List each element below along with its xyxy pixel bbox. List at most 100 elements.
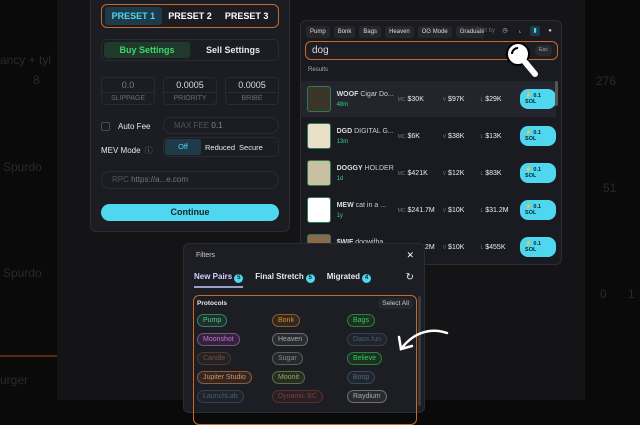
- token-name: DIGITAL G...: [354, 127, 394, 135]
- v-label: V: [442, 96, 447, 103]
- protocol-toggle-jupiter-studio[interactable]: Jupiter Studio: [197, 371, 252, 384]
- buy-amount: 0.1 SOL: [525, 204, 542, 216]
- clock-icon[interactable]: ◷: [500, 26, 510, 36]
- sell-settings-tab[interactable]: Sell Settings: [190, 42, 276, 58]
- buy-amount: 0.1 SOL: [525, 130, 542, 142]
- market-cap: $30K: [407, 95, 424, 103]
- preset-1-tab[interactable]: PRESET 1: [105, 7, 162, 25]
- l-label: L: [480, 170, 484, 177]
- slippage-field[interactable]: 0.0 SLIPPAGE: [101, 77, 155, 105]
- bg-divider: [0, 355, 57, 357]
- protocol-toggle-launchlab[interactable]: LaunchLab: [197, 390, 244, 403]
- close-icon[interactable]: ✕: [406, 250, 414, 261]
- bg-stat: 0: [600, 287, 607, 301]
- volume: $12K: [448, 169, 465, 177]
- protocol-toggle-sugar[interactable]: Sugar: [272, 352, 303, 365]
- l-label: L: [480, 207, 484, 214]
- mc-label: MC: [397, 207, 406, 214]
- max-fee-value: 0.1: [211, 121, 223, 130]
- auto-fee-label: Auto Fee: [118, 122, 151, 131]
- auto-fee-row[interactable]: Auto Fee: [101, 122, 150, 131]
- protocols-label: Protocols: [197, 300, 227, 307]
- priority-label: PRIORITY: [173, 95, 207, 102]
- tab-count: 5: [305, 274, 315, 283]
- protocol-toggle-heaven[interactable]: Heaven: [272, 333, 309, 346]
- arrow-annotation-icon: [397, 329, 449, 351]
- token-ticker: WOOF: [336, 90, 359, 98]
- select-all-button[interactable]: Select All: [378, 298, 413, 309]
- buy-settings-tab[interactable]: Buy Settings: [104, 42, 190, 58]
- search-query: dog: [312, 45, 329, 56]
- holders-icon[interactable]: ●: [545, 26, 555, 36]
- auto-fee-checkbox[interactable]: [101, 122, 110, 131]
- protocol-toggle-boop[interactable]: Boop: [347, 371, 376, 384]
- preset-3-tab[interactable]: PRESET 3: [218, 7, 275, 25]
- l-label: L: [480, 244, 484, 251]
- tab-label: Migrated: [326, 272, 361, 281]
- results-label: Results: [308, 67, 329, 73]
- bg-stat: 1: [628, 287, 635, 301]
- token-age: 48m: [336, 101, 349, 108]
- result-row[interactable]: DGD DIGITAL G... 13m MC $6K V $38K L $13K ⚡ …: [301, 118, 556, 154]
- quick-buy-button[interactable]: ⚡ 0.1 SOL: [520, 200, 556, 220]
- mev-reduced-option[interactable]: Reduced: [205, 143, 235, 152]
- v-label: V: [442, 244, 447, 251]
- slippage-label: SLIPPAGE: [110, 95, 146, 102]
- tab-migrated[interactable]: Migrated 4: [326, 272, 372, 288]
- protocol-toggle-raydium[interactable]: Raydium: [347, 390, 387, 403]
- token-avatar: [307, 160, 331, 186]
- rpc-value: https://a...e.com: [131, 175, 189, 184]
- token-ticker: MEW: [336, 201, 354, 209]
- protocol-toggle-bags[interactable]: Bags: [347, 314, 375, 327]
- protocol-toggle-dynamic-bc[interactable]: Dynamic BC: [272, 390, 323, 403]
- liquidity: $29K: [485, 95, 502, 103]
- settings-tabs: Buy Settings Sell Settings: [101, 39, 279, 61]
- continue-button[interactable]: Continue: [101, 204, 279, 221]
- mev-off-option[interactable]: Off: [165, 139, 201, 155]
- chip-bags[interactable]: Bags: [359, 26, 382, 38]
- chip-pump[interactable]: Pump: [306, 26, 330, 38]
- token-avatar: [307, 123, 331, 149]
- result-row[interactable]: DOGGY HOLDER 1d MC $421K V $12K L $83K ⚡ 0.1…: [301, 155, 556, 191]
- result-row[interactable]: WOOF Cigar Do... 48m MC $30K V $97K L $29K ⚡…: [301, 81, 556, 117]
- bribe-value: 0.0005: [226, 78, 278, 93]
- protocol-toggle-pump[interactable]: Pump: [197, 314, 228, 327]
- bg-token-name: Spurdo: [3, 160, 42, 174]
- quick-buy-button[interactable]: ⚡ 0.1 SOL: [520, 163, 556, 183]
- max-fee-input[interactable]: MAX FEE 0.1: [163, 117, 279, 134]
- protocol-toggle-believe[interactable]: Believe: [347, 352, 382, 365]
- token-age: 1d: [336, 175, 344, 182]
- chip-bonk[interactable]: Bonk: [333, 26, 356, 38]
- protocol-toggle-candle[interactable]: Candle: [197, 352, 232, 365]
- quick-buy-button[interactable]: ⚡ 0.1 SOL: [520, 89, 556, 109]
- protocol-toggle-bonk[interactable]: Bonk: [272, 314, 300, 327]
- chip-heaven[interactable]: Heaven: [385, 26, 414, 38]
- preset-2-tab[interactable]: PRESET 2: [162, 7, 219, 25]
- chip-og-mode[interactable]: OG Mode: [417, 26, 452, 38]
- protocol-chips: Pump Bonk Bags Heaven OG Mode Graduated: [306, 26, 484, 38]
- token-age: 13m: [336, 138, 349, 145]
- protocol-toggle-moonit[interactable]: Moonit: [272, 371, 306, 384]
- quick-buy-button[interactable]: ⚡ 0.1 SOL: [520, 237, 556, 257]
- l-label: L: [480, 133, 484, 140]
- mc-label: MC: [397, 133, 406, 140]
- tab-new-pairs[interactable]: New Pairs 5: [194, 272, 244, 288]
- reset-icon[interactable]: ↻: [406, 272, 414, 283]
- mc-label: MC: [397, 170, 406, 177]
- mc-label: MC: [397, 96, 406, 103]
- priority-value: 0.0005: [164, 78, 216, 93]
- bg-token-name: ancy + tyl: [0, 53, 52, 67]
- info-icon[interactable]: ⓘ: [145, 145, 153, 156]
- protocol-toggle-moonshot[interactable]: Moonshot: [197, 333, 240, 346]
- priority-field[interactable]: 0.0005 PRIORITY: [163, 77, 217, 105]
- mev-secure-option[interactable]: Secure: [239, 143, 263, 152]
- volume-icon[interactable]: ▮: [530, 26, 540, 36]
- result-row[interactable]: MEW cat in a ... 1y MC $241.7M V $10K L $31.…: [301, 192, 556, 228]
- rpc-input[interactable]: RPC https://a...e.com: [101, 171, 279, 189]
- quick-buy-button[interactable]: ⚡ 0.1 SOL: [520, 126, 556, 146]
- protocol-toggle-daos-fun[interactable]: Daos.fun: [347, 333, 388, 346]
- scrollbar[interactable]: [555, 81, 558, 106]
- chart-icon[interactable]: ⌞: [515, 26, 525, 36]
- bribe-field[interactable]: 0.0005 BRIBE: [225, 77, 279, 105]
- tab-final-stretch[interactable]: Final Stretch 5: [255, 272, 315, 288]
